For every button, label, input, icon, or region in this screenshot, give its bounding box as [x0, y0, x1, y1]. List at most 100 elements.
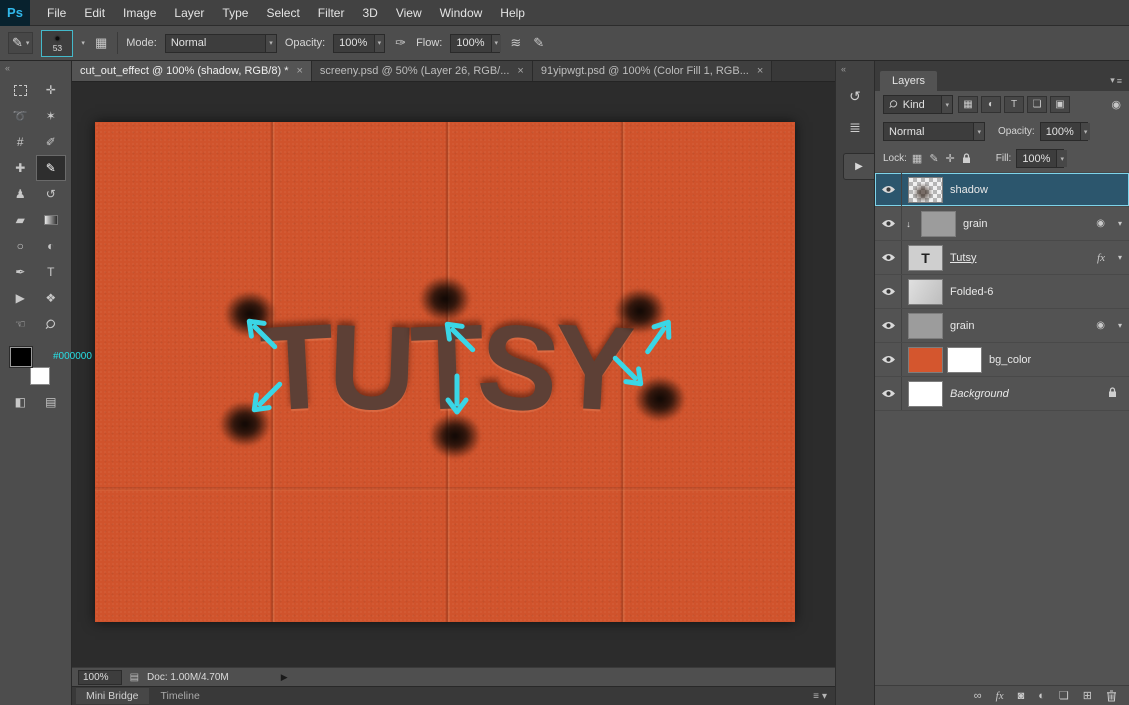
- zoom-tool[interactable]: Ϙ: [36, 311, 67, 337]
- menu-type[interactable]: Type: [213, 0, 257, 25]
- rect-marquee-tool[interactable]: [5, 77, 36, 103]
- history-brush-tool[interactable]: ↺: [36, 181, 67, 207]
- magic-wand-tool[interactable]: ✶: [36, 103, 67, 129]
- brush-tool[interactable]: ✎: [36, 155, 67, 181]
- close-icon[interactable]: ×: [296, 65, 302, 77]
- flow-select[interactable]: 100% ▾: [450, 34, 500, 53]
- layer-style-icon[interactable]: fx: [996, 690, 1004, 702]
- menu-image[interactable]: Image: [114, 0, 165, 25]
- lock-pixels-icon[interactable]: ✎: [929, 152, 938, 165]
- layer-thumbnail[interactable]: [908, 381, 943, 407]
- toggle-brush-panel-icon[interactable]: ▦: [93, 35, 109, 51]
- document-tab[interactable]: 91yipwgt.psd @ 100% (Color Fill 1, RGB..…: [533, 61, 772, 81]
- crop-tool[interactable]: #: [5, 129, 36, 155]
- menu-file[interactable]: File: [38, 0, 75, 25]
- move-tool[interactable]: ✛: [36, 77, 67, 103]
- layer-opacity-select[interactable]: 100% ▾: [1040, 122, 1088, 141]
- chevron-down-icon[interactable]: ▾: [1118, 219, 1122, 228]
- brush-presets-panel-icon[interactable]: ≣: [842, 115, 868, 139]
- menu-layer[interactable]: Layer: [165, 0, 213, 25]
- layer-row-shadow[interactable]: shadow: [875, 173, 1129, 207]
- filter-smart-objects-icon[interactable]: ▣: [1050, 96, 1070, 113]
- layer-thumbnail[interactable]: [921, 211, 956, 237]
- visibility-toggle[interactable]: [875, 241, 902, 274]
- layer-thumbnail[interactable]: [908, 313, 943, 339]
- background-color-swatch[interactable]: [30, 367, 50, 385]
- menu-window[interactable]: Window: [431, 0, 492, 25]
- brush-preset-picker[interactable]: ● 53: [41, 30, 73, 57]
- path-selection-tool[interactable]: ▶: [5, 285, 36, 311]
- actions-panel-icon[interactable]: ▶: [843, 153, 874, 180]
- menu-view[interactable]: View: [387, 0, 431, 25]
- visibility-toggle[interactable]: [875, 173, 902, 206]
- type-tool[interactable]: T: [36, 259, 67, 285]
- panel-menu-icon[interactable]: ≡▾: [813, 691, 827, 702]
- tab-mini-bridge[interactable]: Mini Bridge: [76, 688, 149, 704]
- expand-panels-icon[interactable]: «: [836, 61, 874, 77]
- layer-name[interactable]: grain: [963, 218, 987, 230]
- collapse-toolbar-icon[interactable]: «: [0, 61, 71, 75]
- filter-shape-layers-icon[interactable]: ❏: [1027, 96, 1047, 113]
- close-icon[interactable]: ×: [757, 65, 763, 77]
- new-adjustment-layer-icon[interactable]: ◐: [1038, 690, 1045, 702]
- tool-preset-picker[interactable]: ✎ ▾: [8, 32, 33, 54]
- eyedropper-tool[interactable]: ✐: [36, 129, 67, 155]
- menu-3d[interactable]: 3D: [353, 0, 386, 25]
- new-layer-icon[interactable]: ⊞: [1083, 689, 1092, 702]
- eraser-tool[interactable]: ▰: [5, 207, 36, 233]
- hand-tool[interactable]: ☜: [5, 311, 36, 337]
- layer-row-background[interactable]: Background: [875, 377, 1129, 411]
- visibility-toggle[interactable]: [875, 207, 902, 240]
- layer-thumbnail[interactable]: T: [908, 245, 943, 271]
- layer-row-grain[interactable]: ↓grain◉▾: [875, 207, 1129, 241]
- tablet-pressure-size-icon[interactable]: ✎: [531, 35, 546, 51]
- tablet-pressure-opacity-icon[interactable]: ✑: [393, 35, 408, 51]
- layer-name[interactable]: Folded-6: [950, 286, 993, 298]
- airbrush-icon[interactable]: ≋: [508, 35, 523, 51]
- layer-thumbnail[interactable]: [908, 177, 943, 203]
- menu-edit[interactable]: Edit: [75, 0, 114, 25]
- layer-thumbnail[interactable]: [908, 279, 943, 305]
- dodge-tool[interactable]: ◐: [36, 233, 67, 259]
- chevron-down-icon[interactable]: ▾: [81, 39, 85, 47]
- menu-filter[interactable]: Filter: [309, 0, 354, 25]
- smart-filter-icon[interactable]: ◉: [1096, 218, 1105, 229]
- filter-kind-select[interactable]: Ϙ Kind ▾: [883, 95, 953, 114]
- menu-help[interactable]: Help: [491, 0, 534, 25]
- layer-name[interactable]: grain: [950, 320, 974, 332]
- blur-tool[interactable]: ○: [5, 233, 36, 259]
- close-icon[interactable]: ×: [517, 65, 523, 77]
- visibility-toggle[interactable]: [875, 275, 902, 308]
- chevron-down-icon[interactable]: ▾: [1118, 321, 1122, 330]
- document-canvas[interactable]: TUTSY: [95, 122, 795, 622]
- quick-mask-icon[interactable]: ◧: [5, 389, 36, 415]
- filter-toggle-icon[interactable]: ◉: [1111, 98, 1121, 111]
- lock-all-icon[interactable]: [962, 153, 971, 164]
- fx-badge[interactable]: fx: [1097, 252, 1105, 264]
- mode-select[interactable]: Normal ▾: [165, 34, 277, 53]
- clone-stamp-tool[interactable]: ♟: [5, 181, 36, 207]
- lock-transparency-icon[interactable]: ▦: [912, 152, 922, 165]
- layer-row-grain[interactable]: grain◉▾: [875, 309, 1129, 343]
- tab-timeline[interactable]: Timeline: [151, 688, 210, 704]
- status-menu-arrow-icon[interactable]: ▶: [281, 672, 288, 683]
- chevron-down-icon[interactable]: ▾: [1118, 253, 1122, 262]
- lasso-tool[interactable]: ➰: [5, 103, 36, 129]
- custom-shape-tool[interactable]: ❖: [36, 285, 67, 311]
- panel-menu-icon[interactable]: ▾≡: [1110, 75, 1122, 86]
- new-group-icon[interactable]: ❏: [1059, 689, 1069, 702]
- foreground-color-swatch[interactable]: [10, 347, 32, 367]
- add-layer-mask-icon[interactable]: ◙: [1018, 690, 1025, 702]
- tab-layers[interactable]: Layers: [880, 71, 937, 91]
- layer-name[interactable]: Tutsy: [950, 252, 977, 264]
- document-tab[interactable]: cut_out_effect @ 100% (shadow, RGB/8) *×: [72, 61, 312, 81]
- opacity-select[interactable]: 100% ▾: [333, 34, 385, 53]
- visibility-toggle[interactable]: [875, 377, 902, 410]
- lock-position-icon[interactable]: ✛: [946, 152, 955, 165]
- layer-name[interactable]: Background: [950, 388, 1009, 400]
- pen-tool[interactable]: ✒: [5, 259, 36, 285]
- layer-row-folded-6[interactable]: Folded-6: [875, 275, 1129, 309]
- layer-row-bg_color[interactable]: bg_color: [875, 343, 1129, 377]
- gradient-tool[interactable]: [36, 207, 67, 233]
- visibility-toggle[interactable]: [875, 343, 902, 376]
